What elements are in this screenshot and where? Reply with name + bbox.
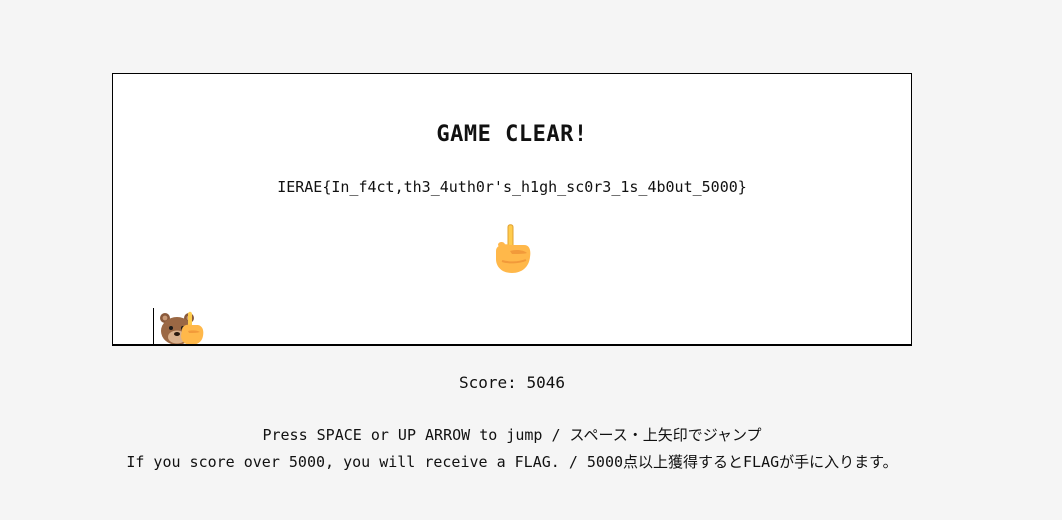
bear-player-icon [160,311,204,345]
game-clear-title: GAME CLEAR! [436,122,588,147]
instruction-flag: If you score over 5000, you will receive… [126,453,898,471]
obstacle [153,308,154,345]
ground-line [113,344,911,345]
instruction-jump: Press SPACE or UP ARROW to jump / スペース・上… [262,426,762,444]
game-canvas[interactable]: GAME CLEAR! IERAE{In_f4ct,th3_4uth0r's_h… [112,73,912,346]
pointing-up-hand-icon [496,224,531,273]
flag-text: IERAE{In_f4ct,th3_4uth0r's_h1gh_sc0r3_1s… [277,178,747,196]
score-display: Score: 5046 [459,373,565,392]
